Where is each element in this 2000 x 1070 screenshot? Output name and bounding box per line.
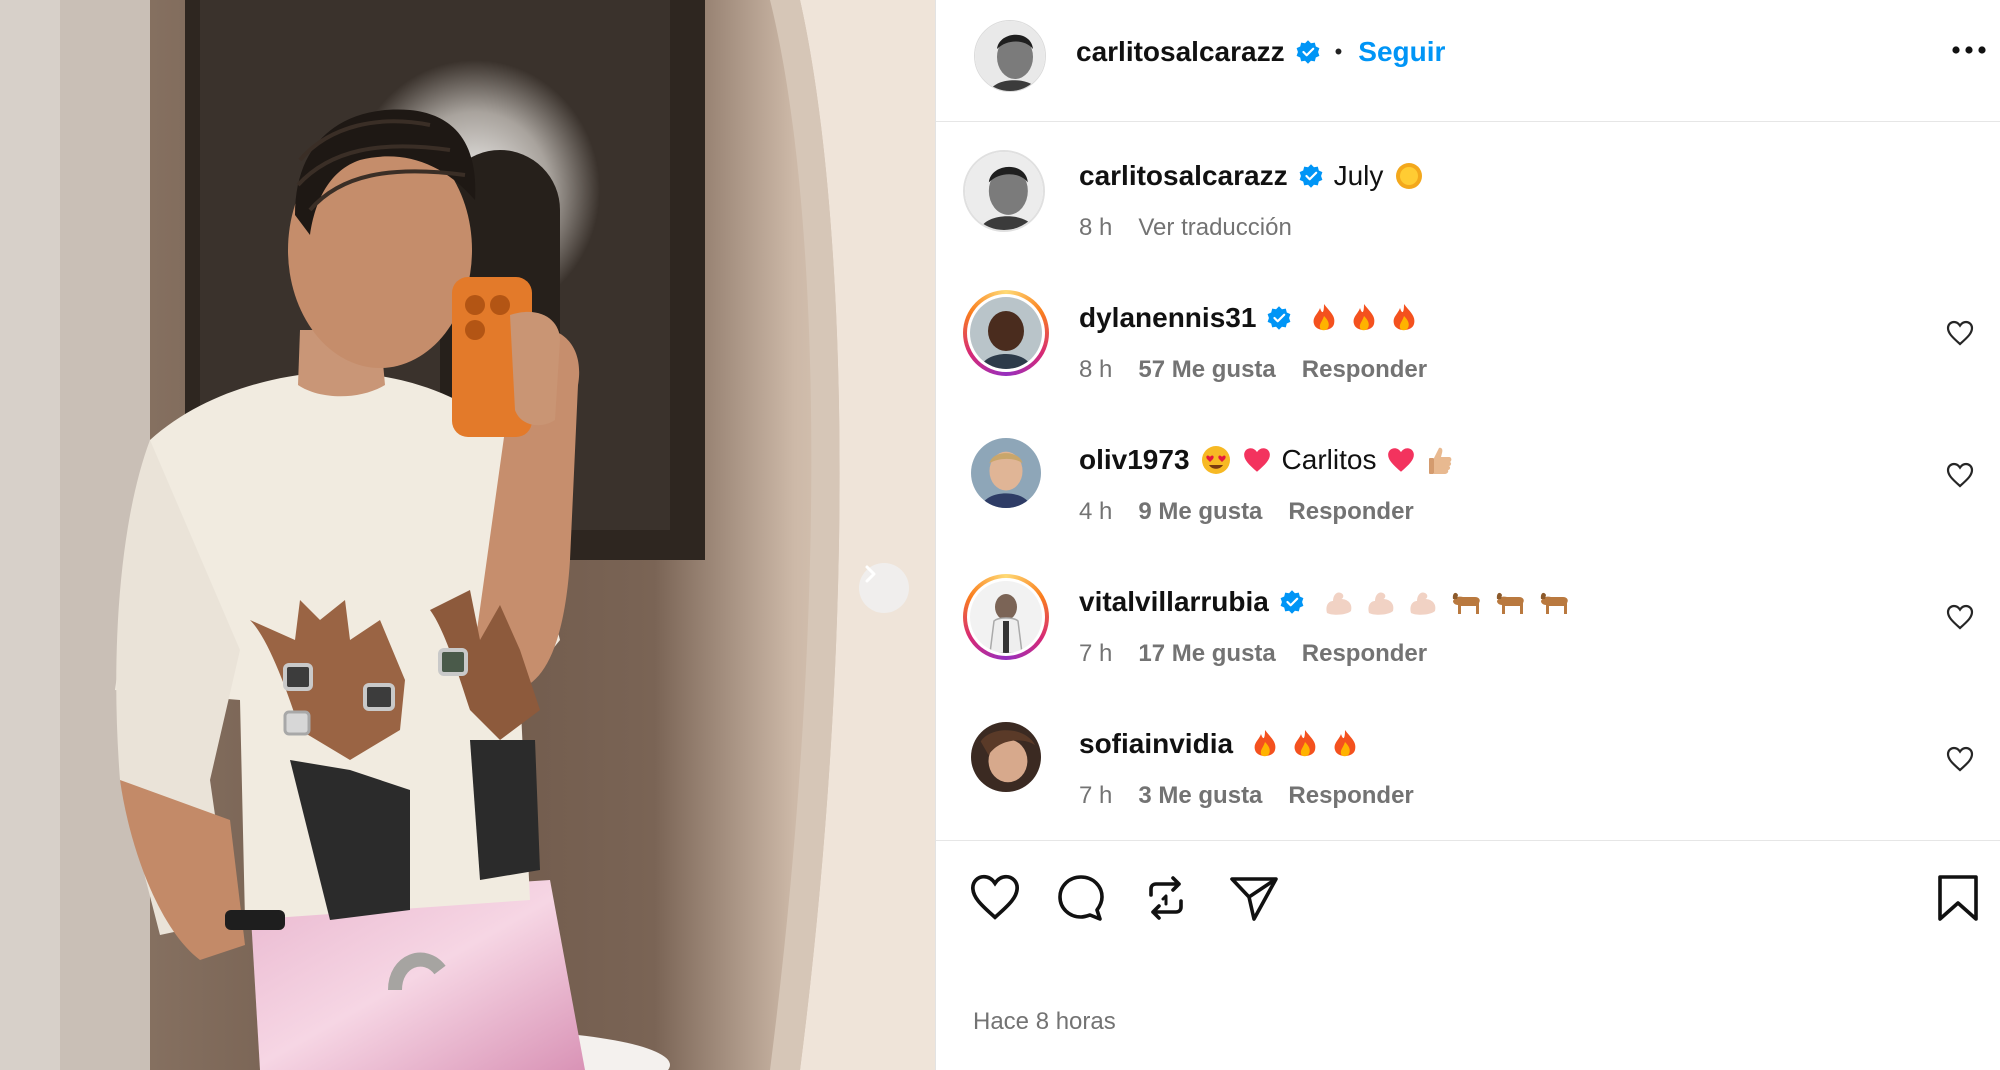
more-options-button[interactable]: [1951, 44, 1987, 59]
post-header: carlitosalcarazz • Seguir: [936, 0, 2000, 122]
heart-eyes-emoji-icon: [1201, 446, 1230, 474]
fire-emoji-icon: [1394, 304, 1415, 331]
comment-likes[interactable]: 9 Me gusta: [1138, 498, 1262, 526]
verified-badge-icon: [1296, 40, 1319, 64]
reply-button[interactable]: Responder: [1288, 498, 1413, 526]
flexed-biceps-emoji-icon: [1368, 592, 1394, 615]
chevron-right-icon: [865, 565, 876, 583]
author-avatar[interactable]: [974, 20, 1046, 92]
like-comment-button[interactable]: [1946, 604, 1974, 633]
sun-emoji-icon: [1396, 163, 1423, 189]
comment-time: 8 h: [1079, 356, 1113, 383]
comment-bubble-icon: [1058, 875, 1104, 921]
fire-emoji-icon: [1294, 730, 1316, 757]
flexed-biceps-emoji-icon: [1410, 592, 1436, 615]
heart-icon: [1946, 462, 1974, 488]
like-comment-button[interactable]: [1946, 746, 1974, 775]
post-media[interactable]: [0, 0, 935, 1070]
header-separator: •: [1334, 39, 1343, 64]
story-ring[interactable]: [963, 574, 1049, 660]
goat-emoji-icon: [1496, 592, 1524, 614]
post-action-bar: [936, 840, 2000, 940]
caption-text: July: [1333, 160, 1384, 191]
commenter-avatar[interactable]: [971, 438, 1041, 508]
follow-button[interactable]: Seguir: [1358, 36, 1445, 68]
comment-button[interactable]: [1056, 873, 1106, 926]
comment-text: Carlitos: [1281, 444, 1377, 475]
red-heart-emoji-icon: [1243, 448, 1270, 472]
comment-username[interactable]: dylanennis31: [1079, 302, 1256, 334]
commenter-avatar: [970, 297, 1042, 369]
heart-icon: [970, 874, 1020, 920]
comment-username[interactable]: oliv1973: [1079, 444, 1190, 476]
comment-time: 4 h: [1079, 498, 1113, 525]
comment-meta: 7 h 3 Me gusta Responder: [1079, 782, 1414, 810]
comment-meta: 4 h 9 Me gusta Responder: [1079, 498, 1414, 526]
comment-likes[interactable]: 3 Me gusta: [1138, 782, 1262, 810]
commenter-avatar: [970, 581, 1042, 653]
instagram-post-modal: carlitosalcarazz • Seguir carlitosalcara…: [0, 0, 2000, 1070]
comment-likes[interactable]: 57 Me gusta: [1138, 356, 1275, 384]
repost-icon: [1149, 876, 1183, 920]
comment-meta: 7 h 17 Me gusta Responder: [1079, 640, 1427, 668]
more-options-icon: [1952, 46, 1986, 54]
share-button[interactable]: [1228, 873, 1280, 926]
post-details-panel: carlitosalcarazz • Seguir carlitosalcara…: [935, 0, 2000, 1070]
reply-button[interactable]: Responder: [1288, 782, 1413, 810]
thumbs-up-emoji-icon: [1429, 447, 1452, 474]
red-heart-emoji-icon: [1388, 448, 1415, 472]
caption-username[interactable]: carlitosalcarazz: [1079, 160, 1288, 192]
comment-username[interactable]: sofiainvidia: [1079, 728, 1233, 760]
story-ring[interactable]: [963, 290, 1049, 376]
comment-time: 7 h: [1079, 782, 1113, 809]
heart-icon: [1946, 746, 1974, 772]
caption-time: 8 h: [1079, 214, 1113, 241]
see-translation-link[interactable]: Ver traducción: [1138, 214, 1291, 242]
fire-emoji-icon: [1314, 304, 1335, 331]
author-username[interactable]: carlitosalcarazz: [1076, 36, 1285, 68]
comment-meta: 8 h 57 Me gusta Responder: [1079, 356, 1427, 384]
commenter-avatar[interactable]: [971, 722, 1041, 792]
bookmark-icon: [1938, 875, 1978, 921]
verified-badge-icon: [1299, 164, 1322, 188]
reply-button[interactable]: Responder: [1302, 640, 1427, 668]
heart-icon: [1946, 604, 1974, 630]
verified-badge-icon: [1268, 306, 1291, 330]
fire-emoji-icon: [1334, 730, 1356, 757]
next-media-button[interactable]: [859, 563, 909, 613]
repost-button[interactable]: [1141, 873, 1191, 926]
verified-badge-icon: [1280, 590, 1304, 614]
post-photo: [0, 0, 935, 1070]
post-timestamp: Hace 8 horas: [973, 1008, 1116, 1035]
caption-meta: 8 h Ver traducción: [1079, 214, 1292, 242]
goat-emoji-icon: [1452, 592, 1480, 614]
comment-likes[interactable]: 17 Me gusta: [1138, 640, 1275, 668]
like-comment-button[interactable]: [1946, 462, 1974, 491]
save-button[interactable]: [1936, 873, 1980, 926]
like-button[interactable]: [969, 873, 1021, 924]
fire-emoji-icon: [1254, 730, 1276, 757]
goat-emoji-icon: [1540, 592, 1568, 614]
comment-time: 7 h: [1079, 640, 1113, 667]
heart-icon: [1946, 320, 1974, 346]
paper-plane-icon: [1230, 877, 1278, 921]
fire-emoji-icon: [1354, 304, 1375, 331]
like-comment-button[interactable]: [1946, 320, 1974, 349]
flexed-biceps-emoji-icon: [1326, 592, 1352, 615]
comment-username[interactable]: vitalvillarrubia: [1079, 586, 1269, 618]
caption-author-avatar[interactable]: [963, 150, 1045, 232]
reply-button[interactable]: Responder: [1302, 356, 1427, 384]
